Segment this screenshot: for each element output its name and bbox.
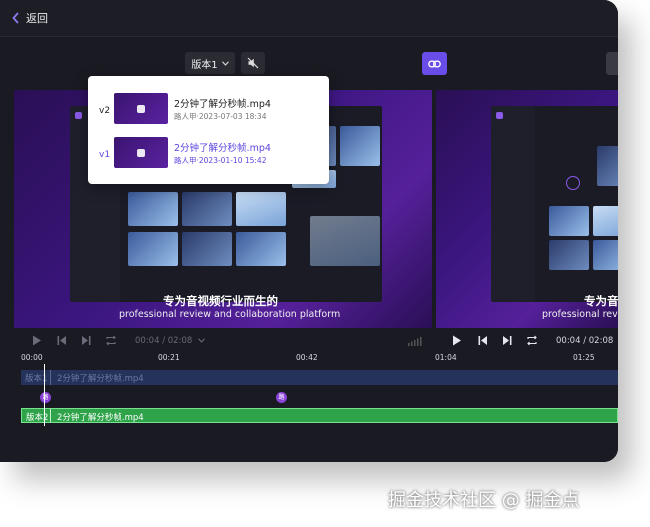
subtitle-chinese: 专为音视 xyxy=(584,294,618,308)
version-track-active[interactable]: 版本2 2分钟了解分秒帧.mp4 xyxy=(21,408,618,423)
preview-thumbnail xyxy=(593,240,618,270)
app-preview-logo-icon xyxy=(75,112,82,119)
preview-thumbnail xyxy=(549,206,589,236)
version-tag: v1 xyxy=(99,150,111,160)
chevron-down-icon xyxy=(221,60,229,66)
version-thumbnail xyxy=(114,93,168,124)
playhead[interactable] xyxy=(44,364,45,426)
chevron-down-icon[interactable] xyxy=(198,338,205,343)
back-button[interactable]: 返回 xyxy=(12,10,48,26)
back-label: 返回 xyxy=(26,12,48,25)
play-icon[interactable] xyxy=(32,335,42,346)
play-icon[interactable] xyxy=(452,335,462,346)
timeline-tick: 00:00 xyxy=(21,353,43,362)
app-preview-screen xyxy=(491,106,618,302)
subtitle-english: professional review xyxy=(542,309,618,320)
preview-thumbnail xyxy=(182,232,232,266)
timecode: 00:04 / 02:08 xyxy=(135,336,205,346)
link-icon xyxy=(428,60,441,67)
version-option[interactable]: v2 2分钟了解分秒帧.mp4 路人甲·2023-07-03 18:34 xyxy=(88,93,329,133)
timecode: 00:04 / 02:08 xyxy=(556,336,613,346)
step-back-icon[interactable] xyxy=(57,335,67,346)
mute-button[interactable] xyxy=(241,52,265,74)
version-meta: 路人甲·2023-01-10 15:42 xyxy=(174,156,267,165)
subtitle-chinese: 专为音视频行业而生的 xyxy=(163,294,278,308)
upload-circle-icon xyxy=(566,176,580,190)
track-divider xyxy=(50,409,51,422)
preview-thumbnail xyxy=(310,216,380,266)
version-meta: 路人甲·2023-07-03 18:34 xyxy=(174,112,267,121)
timeline-tick: 01:25 xyxy=(573,353,595,362)
compare-version-button[interactable] xyxy=(606,52,618,75)
timeline-tick: 00:42 xyxy=(296,353,318,362)
preview-thumbnail xyxy=(236,192,286,226)
app-logo-icon xyxy=(137,148,145,157)
app-window: 返回 版本1 专为音视频行业而生的 professional review an… xyxy=(0,0,618,462)
timecode-value: 00:04 / 02:08 xyxy=(135,336,193,346)
preview-thumbnail xyxy=(593,206,618,236)
top-bar: 返回 xyxy=(0,0,618,37)
right-video-player[interactable]: 专为音视 professional review xyxy=(436,90,618,328)
comment-marker[interactable]: 路 xyxy=(276,392,287,403)
track-file-name: 2分钟了解分秒帧.mp4 xyxy=(57,413,144,423)
app-logo-icon xyxy=(137,104,145,113)
preview-thumbnail xyxy=(128,192,178,226)
step-forward-icon[interactable] xyxy=(81,335,91,346)
track-version-label: 版本2 xyxy=(26,413,49,423)
step-back-icon[interactable] xyxy=(478,335,488,346)
subtitle-english: professional review and collaboration pl… xyxy=(119,309,341,320)
sync-link-button[interactable] xyxy=(422,52,447,75)
timeline-tick: 00:21 xyxy=(158,353,180,362)
step-forward-icon[interactable] xyxy=(502,335,512,346)
comment-marker[interactable]: 路 xyxy=(40,392,51,403)
preview-thumbnail xyxy=(549,240,589,270)
track-divider xyxy=(50,370,51,385)
version-file-name: 2分钟了解分秒帧.mp4 xyxy=(174,99,271,110)
version-option-selected[interactable]: v1 2分钟了解分秒帧.mp4 路人甲·2023-01-10 15:42 xyxy=(88,137,329,177)
version-file-name: 2分钟了解分秒帧.mp4 xyxy=(174,143,271,154)
version-tag: v2 xyxy=(99,106,111,116)
app-preview-sidebar xyxy=(491,106,535,302)
preview-thumbnail xyxy=(128,232,178,266)
version-dropdown-menu: v2 2分钟了解分秒帧.mp4 路人甲·2023-07-03 18:34 v1 … xyxy=(88,76,329,184)
version-track-inactive[interactable]: 版本1 2分钟了解分秒帧.mp4 xyxy=(21,370,618,385)
version-select-label: 版本1 xyxy=(191,59,218,71)
preview-thumbnail xyxy=(236,232,286,266)
preview-thumbnail xyxy=(597,146,618,186)
timecode-value: 00:04 / 02:08 xyxy=(556,336,614,346)
loop-icon[interactable] xyxy=(526,335,538,346)
preview-thumbnail xyxy=(182,192,232,226)
preview-thumbnail xyxy=(340,126,380,166)
version-select[interactable]: 版本1 xyxy=(185,52,235,74)
loop-icon[interactable] xyxy=(105,335,117,346)
version-thumbnail xyxy=(114,137,168,168)
chevron-left-icon xyxy=(12,12,19,24)
app-preview-logo-icon xyxy=(496,112,503,119)
track-file-name: 2分钟了解分秒帧.mp4 xyxy=(57,374,144,384)
volume-bars-icon[interactable] xyxy=(408,337,422,346)
watermark: 掘金技术社区 @ 掘金点 xyxy=(388,490,580,511)
speaker-mute-icon xyxy=(247,57,259,69)
timeline-tick: 01:04 xyxy=(435,353,457,362)
